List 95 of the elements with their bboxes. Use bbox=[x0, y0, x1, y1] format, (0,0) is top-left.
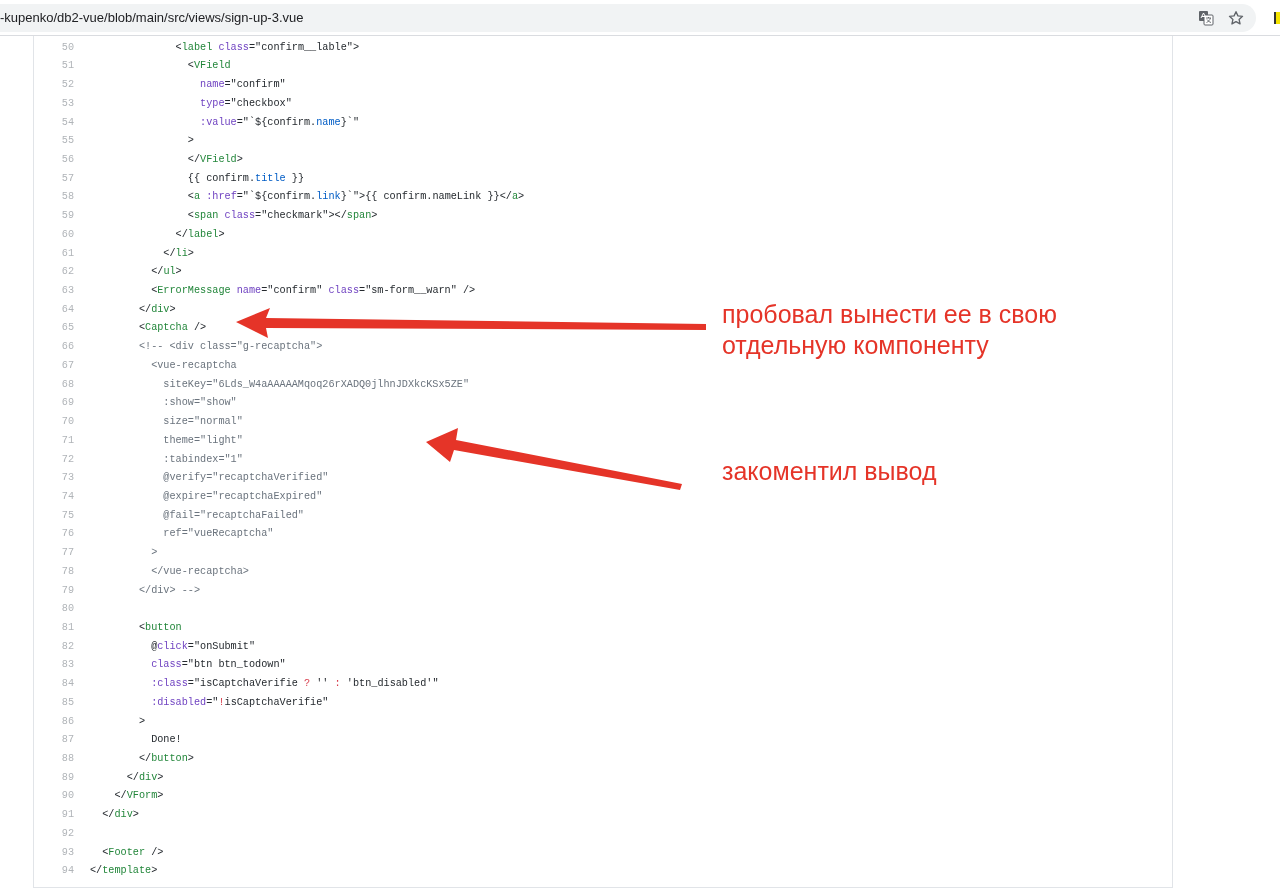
line-number: 65 bbox=[60, 321, 74, 336]
code-line: </div> bbox=[125, 770, 164, 785]
code-line: @expire="recaptchaExpired" bbox=[162, 489, 323, 504]
line-number: 94 bbox=[60, 864, 74, 879]
line-number: 75 bbox=[60, 508, 74, 523]
code-line: </div> bbox=[101, 808, 139, 823]
code-line: <VField bbox=[186, 59, 231, 74]
code-line: </vue-recaptcha> bbox=[150, 564, 249, 579]
code-line: </li> bbox=[162, 246, 194, 261]
code-line: ref="vueRecaptcha" bbox=[162, 527, 274, 542]
code-line: Done! bbox=[150, 733, 182, 748]
line-number: 52 bbox=[60, 78, 74, 93]
line-number: 68 bbox=[60, 377, 74, 392]
line-number: 74 bbox=[60, 489, 74, 504]
line-number: 84 bbox=[60, 677, 74, 692]
code-line: @fail="recaptchaFailed" bbox=[162, 508, 304, 523]
code-line: <!-- <div class="g-recaptcha"> bbox=[137, 340, 323, 355]
code-line: <a :href="`${confirm.link}`">{{ confirm.nameLink }}</a> bbox=[186, 190, 525, 205]
code-line: </button> bbox=[137, 752, 194, 766]
line-number: 89 bbox=[60, 770, 74, 785]
line-number: 77 bbox=[60, 546, 74, 561]
line-number: 62 bbox=[60, 265, 74, 280]
line-number: 86 bbox=[60, 714, 74, 729]
code-line: </VField> bbox=[186, 153, 243, 167]
translate-icon[interactable] bbox=[1198, 9, 1214, 26]
line-number: 60 bbox=[60, 227, 74, 242]
code-line: <ErrorMessage name="confirm" class="sm-form__warn" /> bbox=[150, 284, 476, 299]
code-line: <label class="confirm__lable"> bbox=[174, 40, 359, 55]
line-number: 87 bbox=[60, 733, 74, 748]
code-line: > bbox=[186, 134, 194, 149]
code-line: </label> bbox=[174, 227, 225, 242]
line-number: 85 bbox=[60, 695, 74, 710]
line-number: 69 bbox=[60, 396, 74, 411]
line-number: 78 bbox=[60, 564, 74, 579]
code-line: <span class="checkmark"></span> bbox=[186, 209, 378, 224]
star-icon[interactable] bbox=[1228, 9, 1244, 26]
code-line: :class="isCaptchaVerifie ? '' : 'btn_disabled'" bbox=[150, 677, 439, 692]
code-line: {{ confirm.title }} bbox=[186, 171, 304, 186]
line-number: 82 bbox=[60, 639, 74, 654]
code-line: name="confirm" bbox=[199, 78, 286, 93]
line-number: 51 bbox=[60, 59, 74, 74]
code-line: </template> bbox=[90, 864, 158, 879]
line-number: 80 bbox=[60, 602, 74, 617]
line-number: 61 bbox=[60, 246, 74, 261]
line-number: 59 bbox=[60, 209, 74, 224]
line-number: 92 bbox=[60, 826, 74, 841]
address-bar[interactable]: -kupenko/db2-vue/blob/main/src/views/sign-up-3.vue bbox=[0, 3, 1256, 32]
line-number: 53 bbox=[60, 96, 74, 111]
code-line: <vue-recaptcha bbox=[150, 358, 237, 373]
line-number: 56 bbox=[60, 153, 74, 167]
line-number: 70 bbox=[60, 415, 74, 430]
code-line: :show="show" bbox=[162, 396, 237, 411]
code-line: <button bbox=[137, 621, 182, 635]
code-line: <Captcha /> bbox=[137, 321, 207, 336]
code-line: </VForm> bbox=[113, 789, 164, 804]
annotation-text: закоментил вывод bbox=[722, 456, 938, 487]
line-number: 88 bbox=[60, 752, 74, 766]
extension-icon[interactable] bbox=[1274, 11, 1280, 24]
line-number: 91 bbox=[60, 808, 74, 823]
line-number: 79 bbox=[60, 583, 74, 598]
code-line: </ul> bbox=[150, 265, 182, 280]
url-text: -kupenko/db2-vue/blob/main/src/views/sign-up-3.vue bbox=[0, 8, 304, 27]
code-line: class="btn btn_todown" bbox=[150, 658, 286, 673]
line-number: 54 bbox=[60, 115, 74, 130]
line-number: 55 bbox=[60, 134, 74, 149]
code-line: :value="`${confirm.name}`" bbox=[199, 115, 360, 130]
code-line: :tabindex="1" bbox=[162, 452, 243, 467]
line-number: 57 bbox=[60, 171, 74, 186]
code-line: siteKey="6Lds_W4aAAAAAMqoq26rXADQ0jlhnJDXkcKSx5ZE" bbox=[162, 377, 470, 392]
code-line: <Footer /> bbox=[101, 845, 164, 860]
line-number: 63 bbox=[60, 284, 74, 299]
line-number: 83 bbox=[60, 658, 74, 673]
code-line: theme="light" bbox=[162, 433, 243, 448]
code-line: :disabled="!isCaptchaVerifie" bbox=[150, 695, 329, 710]
code-line: size="normal" bbox=[162, 415, 243, 430]
line-number: 72 bbox=[60, 452, 74, 467]
line-number: 81 bbox=[60, 621, 74, 635]
line-number: 67 bbox=[60, 358, 74, 373]
line-number: 50 bbox=[60, 40, 74, 55]
code-line: > bbox=[150, 546, 158, 561]
code-line: @verify="recaptchaVerified" bbox=[162, 471, 329, 486]
line-number: 93 bbox=[60, 845, 74, 860]
code-line: > bbox=[137, 714, 146, 729]
line-number: 66 bbox=[60, 340, 74, 355]
line-number: 64 bbox=[60, 302, 74, 317]
code-line: </div> --> bbox=[137, 583, 201, 598]
annotation-text: пробовал вынести ее в свою отдельную компоненту bbox=[722, 299, 1058, 361]
line-number: 73 bbox=[60, 471, 74, 486]
code-line: type="checkbox" bbox=[199, 96, 292, 111]
code-line: @click="onSubmit" bbox=[150, 639, 256, 654]
line-number: 71 bbox=[60, 433, 74, 448]
line-number: 76 bbox=[60, 527, 74, 542]
code-line: </div> bbox=[137, 302, 176, 317]
line-number: 58 bbox=[60, 190, 74, 205]
line-number: 90 bbox=[60, 789, 74, 804]
